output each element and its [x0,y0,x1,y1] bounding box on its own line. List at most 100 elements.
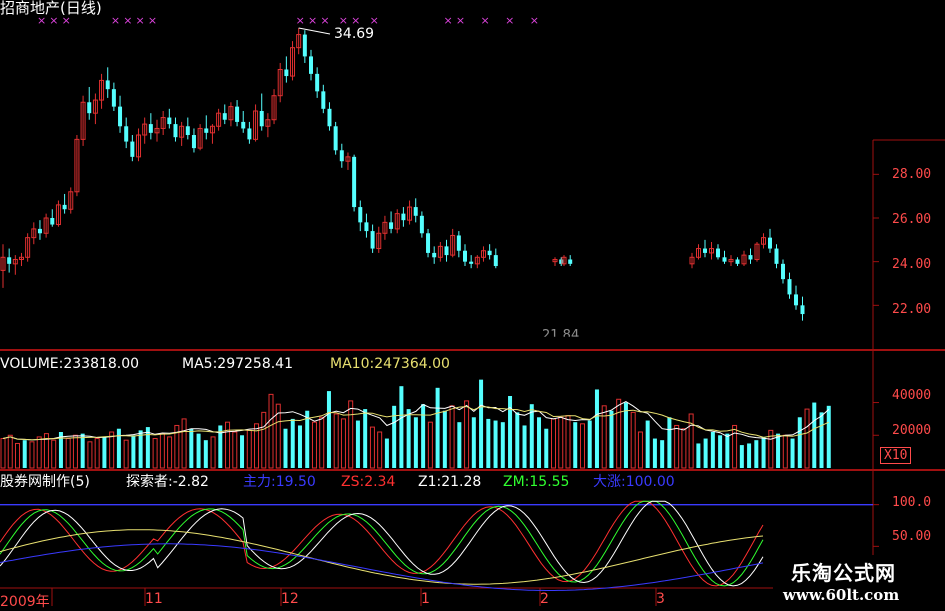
signal-marker: × [148,14,157,27]
volume-multiplier: X10 [880,447,912,464]
candle-body [401,213,406,221]
candle-body [148,124,153,133]
signal-marker: × [444,14,453,27]
volume-bar [326,391,331,468]
signal-marker: × [296,14,305,27]
candle-body [469,261,474,264]
volume-bar [565,415,571,469]
candle-body [432,252,437,258]
volume-bar [471,417,476,468]
price-tick: 24.00 [892,257,932,272]
candle-body [235,106,240,122]
date-axis-label: 1 [421,591,430,607]
volume-bar [479,379,484,468]
candle-body [333,126,338,151]
volume-tick: 20000 [892,423,932,438]
volume-bar [138,430,143,468]
candle-body [774,248,779,264]
signal-marker: × [123,14,132,27]
signal-marker: × [530,14,539,27]
volume-bar [319,416,325,469]
volume-bar [804,408,810,469]
volume-bar [167,436,173,469]
volume-bar [109,431,115,469]
candle-body [444,246,449,256]
date-axis-label: 12 [281,591,299,607]
volume-bar [51,439,57,469]
candle-body [703,248,707,253]
volume-bar [435,387,440,468]
signal-marker: × [320,14,329,27]
candle-body [118,106,123,127]
volume-bar [594,389,599,468]
volume-bar [587,420,592,468]
volume-bar [355,420,360,468]
volume-bar [754,440,759,468]
z1-value-label: Z1:21.28 [418,474,482,490]
candle-body [339,150,344,162]
volume-bar [601,405,607,469]
candle-body [327,108,332,127]
candle-body [302,34,307,57]
volume-bar [579,423,585,469]
candle-body [111,89,116,107]
volume-value-label: VOLUME:233818.00 [0,356,140,372]
candle-body [315,73,320,92]
candle-body [389,222,394,229]
candle-body [284,69,289,77]
volume-bar [718,435,723,468]
candle-body [364,222,369,232]
volume-bar [116,428,121,468]
candle-body [358,207,363,223]
signal-marker: × [308,14,317,27]
signal-marker: × [480,14,489,27]
volume-bar [348,400,354,469]
volume-bar [333,413,339,469]
volume-bar [464,400,470,469]
signal-marker: × [505,14,514,27]
volume-bar [311,421,317,469]
volume-bar [0,438,6,469]
volume-bar [573,422,578,468]
high-price-label: 34.69 [334,26,375,42]
volume-bar [94,438,100,469]
high-point-leader [298,27,331,35]
volume-bar [739,445,744,468]
candle-body [419,215,424,234]
volume-bar [87,441,93,469]
volume-bar [22,440,27,468]
watermark-logo: 乐淘公式网 www.60lt.com [773,555,945,609]
volume-bar [696,443,701,468]
volume-bar [790,438,795,468]
candle-body [259,110,264,127]
candle-body [87,102,92,114]
candle-body [493,255,498,267]
watermark-url: www.60lt.com [783,586,900,604]
date-axis-label: 11 [145,591,163,607]
volume-bar [413,417,418,468]
stock-chart-window[interactable]: × × × × × × × × × × × × × × × × × × 招商地产(日线) 34.69 21.84 … [0,0,945,610]
volume-bar [812,402,817,468]
price-tick: 26.00 [892,212,932,227]
volume-bar [421,404,426,468]
candle-body [426,233,431,253]
volume-bar [80,433,85,468]
volume-bar [290,418,295,468]
candle-body [768,237,772,249]
volume-bar [652,438,657,468]
volume-bar [457,422,462,468]
volume-bar [544,428,549,468]
volume-bar [7,434,13,469]
ma5-value-label: MA5:297258.41 [182,356,293,372]
candle-body [370,231,375,249]
volume-bar [674,424,680,469]
dazhang-value-label: 大涨:100.00 [593,474,675,490]
signal-marker: × [456,14,465,27]
volume-bar [732,424,738,469]
candle-body [352,156,357,208]
volume-bar [667,417,672,468]
candle-body [173,124,178,138]
candle-body [130,141,135,157]
volume-bar [761,436,766,468]
chart-canvas[interactable]: × × × × × × × × × × × × × × × × × × [0,0,945,609]
